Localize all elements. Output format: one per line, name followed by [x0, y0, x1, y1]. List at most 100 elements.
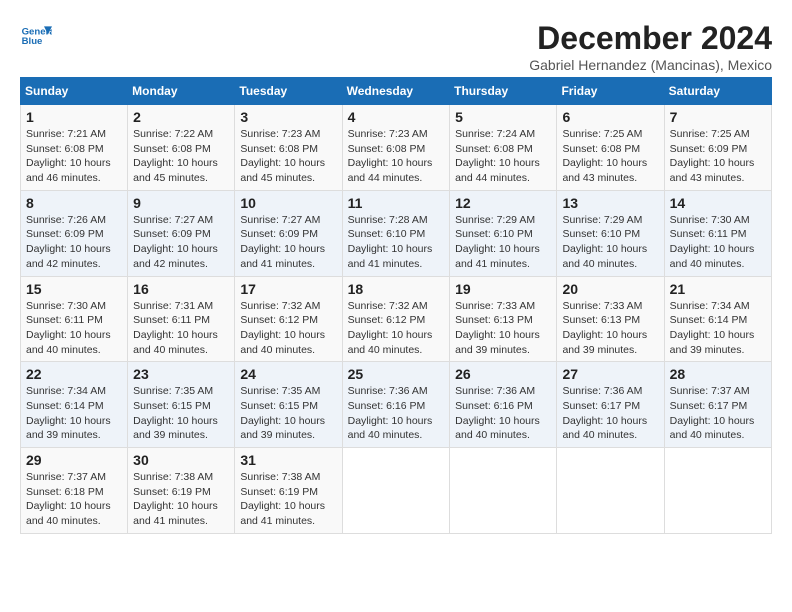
page-header: General Blue December 2024 Gabriel Herna…	[20, 20, 772, 73]
day-info: Sunrise: 7:33 AM Sunset: 6:13 PM Dayligh…	[562, 299, 658, 358]
day-info: Sunrise: 7:38 AM Sunset: 6:19 PM Dayligh…	[240, 470, 336, 529]
calendar-cell: 4 Sunrise: 7:23 AM Sunset: 6:08 PM Daylig…	[342, 105, 450, 191]
day-number: 11	[348, 195, 445, 211]
day-info: Sunrise: 7:27 AM Sunset: 6:09 PM Dayligh…	[133, 213, 229, 272]
day-info: Sunrise: 7:28 AM Sunset: 6:10 PM Dayligh…	[348, 213, 445, 272]
day-number: 25	[348, 366, 445, 382]
calendar-cell: 21 Sunrise: 7:34 AM Sunset: 6:14 PM Dayli…	[664, 276, 771, 362]
logo-icon: General Blue	[20, 20, 52, 52]
calendar-week-2: 8 Sunrise: 7:26 AM Sunset: 6:09 PM Daylig…	[21, 190, 772, 276]
calendar-cell: 10Sunrise: 7:27 AM Sunset: 6:09 PM Dayli…	[235, 190, 342, 276]
calendar-cell: 15Sunrise: 7:30 AM Sunset: 6:11 PM Dayli…	[21, 276, 128, 362]
day-info: Sunrise: 7:35 AM Sunset: 6:15 PM Dayligh…	[240, 384, 336, 443]
subtitle: Gabriel Hernandez (Mancinas), Mexico	[529, 57, 772, 73]
day-number: 24	[240, 366, 336, 382]
day-number: 8	[26, 195, 122, 211]
calendar-cell: 28 Sunrise: 7:37 AM Sunset: 6:17 PM Dayli…	[664, 362, 771, 448]
day-info: Sunrise: 7:30 AM Sunset: 6:11 PM Dayligh…	[26, 299, 122, 358]
day-info: Sunrise: 7:26 AM Sunset: 6:09 PM Dayligh…	[26, 213, 122, 272]
day-info: Sunrise: 7:22 AM Sunset: 6:08 PM Dayligh…	[133, 127, 229, 186]
day-number: 18	[348, 281, 445, 297]
day-number: 1	[26, 109, 122, 125]
calendar-cell: 3 Sunrise: 7:23 AM Sunset: 6:08 PM Daylig…	[235, 105, 342, 191]
calendar-cell: 29 Sunrise: 7:37 AM Sunset: 6:18 PM Dayli…	[21, 448, 128, 534]
col-monday: Monday	[128, 78, 235, 105]
day-number: 31	[240, 452, 336, 468]
calendar-cell: 14 Sunrise: 7:30 AM Sunset: 6:11 PM Dayli…	[664, 190, 771, 276]
day-number: 13	[562, 195, 658, 211]
day-number: 12	[455, 195, 551, 211]
calendar-cell: 24 Sunrise: 7:35 AM Sunset: 6:15 PM Dayli…	[235, 362, 342, 448]
day-number: 4	[348, 109, 445, 125]
calendar-cell: 6Sunrise: 7:25 AM Sunset: 6:08 PM Daylig…	[557, 105, 664, 191]
day-info: Sunrise: 7:37 AM Sunset: 6:18 PM Dayligh…	[26, 470, 122, 529]
day-number: 14	[670, 195, 766, 211]
day-number: 26	[455, 366, 551, 382]
day-info: Sunrise: 7:36 AM Sunset: 6:16 PM Dayligh…	[348, 384, 445, 443]
calendar-week-5: 29 Sunrise: 7:37 AM Sunset: 6:18 PM Dayli…	[21, 448, 772, 534]
day-info: Sunrise: 7:23 AM Sunset: 6:08 PM Dayligh…	[240, 127, 336, 186]
day-number: 21	[670, 281, 766, 297]
calendar-week-1: 1 Sunrise: 7:21 AM Sunset: 6:08 PM Daylig…	[21, 105, 772, 191]
col-sunday: Sunday	[21, 78, 128, 105]
title-block: December 2024 Gabriel Hernandez (Mancina…	[529, 20, 772, 73]
day-info: Sunrise: 7:30 AM Sunset: 6:11 PM Dayligh…	[670, 213, 766, 272]
calendar-cell: 16Sunrise: 7:31 AM Sunset: 6:11 PM Dayli…	[128, 276, 235, 362]
calendar-header-row: Sunday Monday Tuesday Wednesday Thursday…	[21, 78, 772, 105]
day-info: Sunrise: 7:35 AM Sunset: 6:15 PM Dayligh…	[133, 384, 229, 443]
calendar-cell: 18 Sunrise: 7:32 AM Sunset: 6:12 PM Dayli…	[342, 276, 450, 362]
col-tuesday: Tuesday	[235, 78, 342, 105]
calendar-cell: 1 Sunrise: 7:21 AM Sunset: 6:08 PM Daylig…	[21, 105, 128, 191]
col-wednesday: Wednesday	[342, 78, 450, 105]
logo: General Blue	[20, 20, 52, 52]
calendar-cell: 8 Sunrise: 7:26 AM Sunset: 6:09 PM Daylig…	[21, 190, 128, 276]
calendar-table: Sunday Monday Tuesday Wednesday Thursday…	[20, 77, 772, 534]
calendar-cell: 27 Sunrise: 7:36 AM Sunset: 6:17 PM Dayli…	[557, 362, 664, 448]
calendar-cell: 13 Sunrise: 7:29 AM Sunset: 6:10 PM Dayli…	[557, 190, 664, 276]
month-title: December 2024	[529, 20, 772, 57]
calendar-cell: 11 Sunrise: 7:28 AM Sunset: 6:10 PM Dayli…	[342, 190, 450, 276]
day-info: Sunrise: 7:32 AM Sunset: 6:12 PM Dayligh…	[240, 299, 336, 358]
col-thursday: Thursday	[450, 78, 557, 105]
day-number: 29	[26, 452, 122, 468]
day-number: 30	[133, 452, 229, 468]
day-number: 5	[455, 109, 551, 125]
calendar-week-3: 15Sunrise: 7:30 AM Sunset: 6:11 PM Dayli…	[21, 276, 772, 362]
svg-text:Blue: Blue	[22, 36, 43, 47]
day-info: Sunrise: 7:37 AM Sunset: 6:17 PM Dayligh…	[670, 384, 766, 443]
calendar-cell: 22 Sunrise: 7:34 AM Sunset: 6:14 PM Dayli…	[21, 362, 128, 448]
col-friday: Friday	[557, 78, 664, 105]
calendar-cell	[557, 448, 664, 534]
day-info: Sunrise: 7:29 AM Sunset: 6:10 PM Dayligh…	[455, 213, 551, 272]
day-info: Sunrise: 7:29 AM Sunset: 6:10 PM Dayligh…	[562, 213, 658, 272]
calendar-week-4: 22 Sunrise: 7:34 AM Sunset: 6:14 PM Dayli…	[21, 362, 772, 448]
day-number: 9	[133, 195, 229, 211]
day-number: 20	[562, 281, 658, 297]
day-info: Sunrise: 7:25 AM Sunset: 6:09 PM Dayligh…	[670, 127, 766, 186]
day-number: 28	[670, 366, 766, 382]
calendar-cell: 12 Sunrise: 7:29 AM Sunset: 6:10 PM Dayli…	[450, 190, 557, 276]
day-info: Sunrise: 7:25 AM Sunset: 6:08 PM Dayligh…	[562, 127, 658, 186]
calendar-cell	[342, 448, 450, 534]
calendar-cell: 26Sunrise: 7:36 AM Sunset: 6:16 PM Dayli…	[450, 362, 557, 448]
day-info: Sunrise: 7:34 AM Sunset: 6:14 PM Dayligh…	[26, 384, 122, 443]
day-info: Sunrise: 7:32 AM Sunset: 6:12 PM Dayligh…	[348, 299, 445, 358]
calendar-cell: 17Sunrise: 7:32 AM Sunset: 6:12 PM Dayli…	[235, 276, 342, 362]
day-number: 27	[562, 366, 658, 382]
calendar-cell: 25 Sunrise: 7:36 AM Sunset: 6:16 PM Dayli…	[342, 362, 450, 448]
calendar-cell: 2Sunrise: 7:22 AM Sunset: 6:08 PM Daylig…	[128, 105, 235, 191]
day-info: Sunrise: 7:34 AM Sunset: 6:14 PM Dayligh…	[670, 299, 766, 358]
calendar-cell: 7Sunrise: 7:25 AM Sunset: 6:09 PM Daylig…	[664, 105, 771, 191]
day-number: 10	[240, 195, 336, 211]
day-info: Sunrise: 7:33 AM Sunset: 6:13 PM Dayligh…	[455, 299, 551, 358]
day-number: 3	[240, 109, 336, 125]
day-number: 16	[133, 281, 229, 297]
day-info: Sunrise: 7:23 AM Sunset: 6:08 PM Dayligh…	[348, 127, 445, 186]
calendar-cell: 19Sunrise: 7:33 AM Sunset: 6:13 PM Dayli…	[450, 276, 557, 362]
day-info: Sunrise: 7:36 AM Sunset: 6:17 PM Dayligh…	[562, 384, 658, 443]
calendar-cell	[664, 448, 771, 534]
day-number: 22	[26, 366, 122, 382]
day-info: Sunrise: 7:21 AM Sunset: 6:08 PM Dayligh…	[26, 127, 122, 186]
calendar-cell: 9 Sunrise: 7:27 AM Sunset: 6:09 PM Daylig…	[128, 190, 235, 276]
calendar-cell: 20 Sunrise: 7:33 AM Sunset: 6:13 PM Dayli…	[557, 276, 664, 362]
